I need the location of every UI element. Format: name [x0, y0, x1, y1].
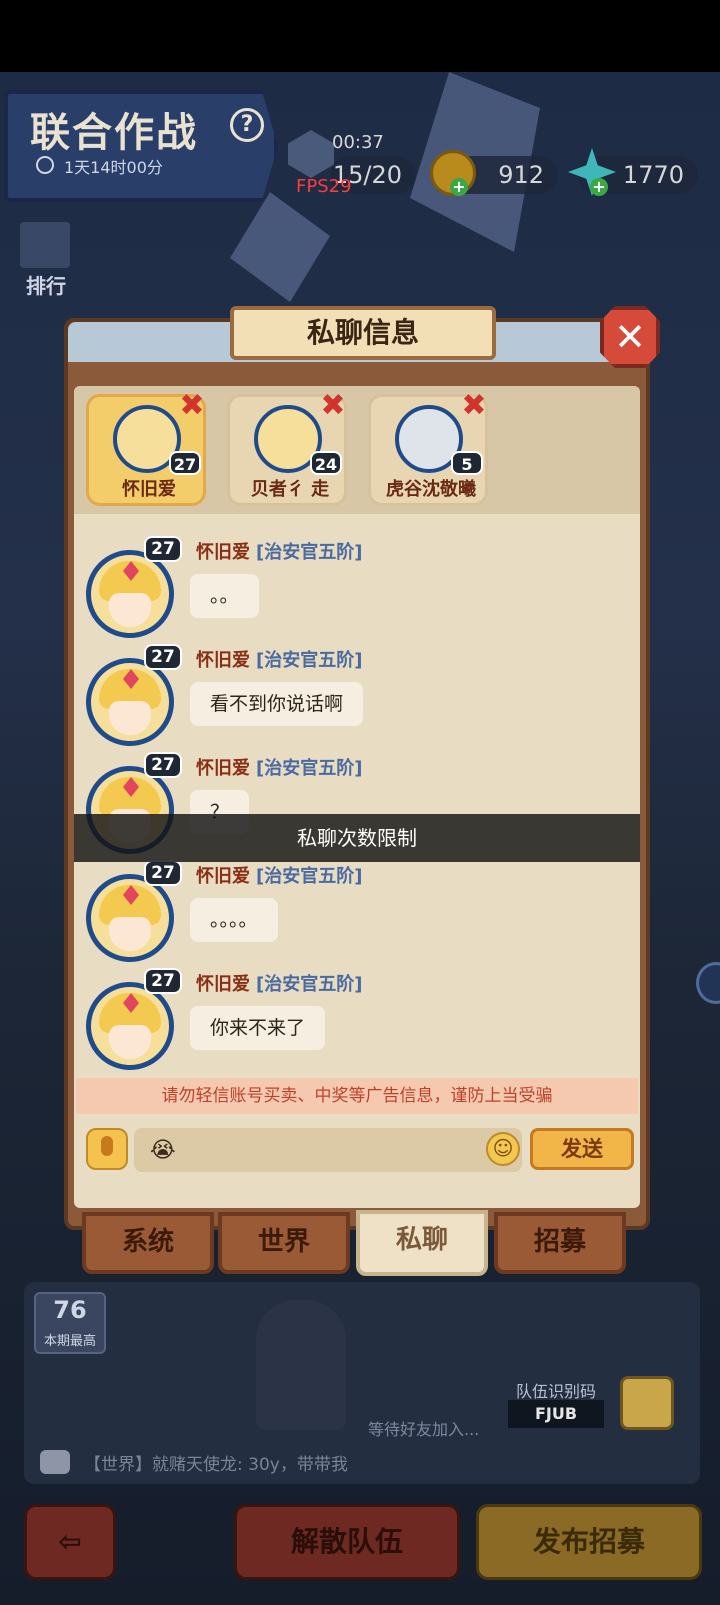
sender-name: 怀旧爱 [196, 974, 250, 995]
world-chat-ticker[interactable]: 【世界】就赌天使龙: 30y，带带我 [84, 1450, 348, 1475]
back-button[interactable]: ⇦ [24, 1504, 116, 1580]
sender-name: 怀旧爱 [196, 650, 250, 671]
best-score: 76 [53, 1296, 87, 1324]
add-gems-icon[interactable]: + [590, 178, 608, 196]
sender-rank: [治安官五阶] [256, 542, 363, 563]
message-bubble: 。。。。 [190, 898, 278, 942]
contact-item[interactable]: 5 ✖ 虎谷沈敬曦 [368, 391, 489, 506]
sender-name: 怀旧爱 [196, 866, 250, 887]
chat-message: 27 怀旧爱 [治安官五阶] 。。。。 [84, 860, 584, 964]
chat-input[interactable] [134, 1128, 522, 1172]
level-badge: 27 [144, 644, 182, 670]
sender-rank: [治安官五阶] [256, 974, 363, 995]
chat-message: 27 怀旧爱 [治安官五阶] 你来不来了 [84, 968, 584, 1072]
avatar[interactable] [86, 550, 174, 638]
tab-world[interactable]: 世界 [218, 1212, 350, 1274]
clock-icon [36, 156, 54, 174]
level-badge: 5 [451, 451, 483, 475]
remove-contact-icon[interactable]: ✖ [177, 391, 207, 421]
avatar[interactable] [86, 658, 174, 746]
remove-contact-icon[interactable]: ✖ [318, 391, 348, 421]
ranking-icon[interactable] [20, 222, 70, 268]
add-coins-icon[interactable]: + [450, 178, 468, 196]
team-code-label: 队伍识别码 [516, 1382, 597, 1401]
copy-code-button[interactable] [620, 1376, 674, 1430]
chat-bubble-icon [40, 1450, 70, 1474]
level-badge: 27 [144, 860, 182, 886]
waiting-friend-text: 等待好友加入... [368, 1420, 480, 1439]
help-icon[interactable]: ? [230, 108, 264, 142]
scam-warning: 请勿轻信账号买卖、中奖等广告信息，谨防上当受骗 [76, 1078, 638, 1114]
event-timer: 1天14时00分 [64, 158, 163, 177]
sender-rank: [治安官五阶] [256, 866, 363, 887]
message-bubble: 你来不来了 [190, 1006, 326, 1050]
post-recruit-button[interactable]: 发布招募 [476, 1504, 702, 1580]
tab-recruit[interactable]: 招募 [494, 1212, 626, 1274]
ranking-label[interactable]: 排行 [26, 270, 66, 299]
fps-counter: FPS29 [296, 176, 352, 197]
crystal-decoration [230, 192, 330, 302]
best-score-label: 本期最高 [43, 1334, 96, 1349]
stamina-icon [288, 130, 334, 178]
level-badge: 27 [169, 451, 201, 475]
contact-item[interactable]: 24 ✖ 贝者彳 走 [227, 391, 348, 506]
sender-name: 怀旧爱 [196, 542, 250, 563]
avatar[interactable] [86, 874, 174, 962]
close-button[interactable]: ✕ [600, 306, 660, 368]
disband-team-button[interactable]: 解散队伍 [234, 1504, 460, 1580]
microphone-icon[interactable] [86, 1128, 128, 1170]
tab-system[interactable]: 系统 [82, 1212, 214, 1274]
chat-message: 27 怀旧爱 [治安官五阶] 看不到你说话啊 [84, 644, 584, 748]
sender-name: 怀旧爱 [196, 758, 250, 779]
message-bubble: 看不到你说话啊 [190, 682, 364, 726]
chat-message: 27 怀旧爱 [治安官五阶] 。。 [84, 536, 584, 640]
send-button[interactable]: 发送 [530, 1128, 634, 1170]
hero-character [256, 1300, 346, 1430]
level-badge: 24 [310, 451, 342, 475]
toast-notification: 私聊次数限制 [74, 814, 640, 862]
sender-rank: [治安官五阶] [256, 758, 363, 779]
team-code: FJUB [508, 1400, 604, 1428]
avatar[interactable] [86, 982, 174, 1070]
level-badge: 27 [144, 536, 182, 562]
emoji-icon[interactable]: ☺ [486, 1132, 520, 1166]
contact-item[interactable]: 27 ✖ 怀旧爱 [86, 391, 207, 506]
tab-private-chat[interactable]: 私聊 [356, 1210, 488, 1276]
stamina-timer: 00:37 [332, 132, 384, 153]
contact-name: 怀旧爱 [122, 479, 176, 500]
remove-contact-icon[interactable]: ✖ [459, 391, 489, 421]
level-badge: 27 [144, 752, 182, 778]
contact-name: 虎谷沈敬曦 [386, 479, 476, 500]
message-bubble: 。。 [190, 574, 259, 618]
event-title: 联合作战 [30, 110, 198, 156]
sender-rank: [治安官五阶] [256, 650, 363, 671]
dialog-title: 私聊信息 [230, 306, 496, 360]
contact-name: 贝者彳 走 [250, 479, 330, 500]
level-badge: 27 [144, 968, 182, 994]
